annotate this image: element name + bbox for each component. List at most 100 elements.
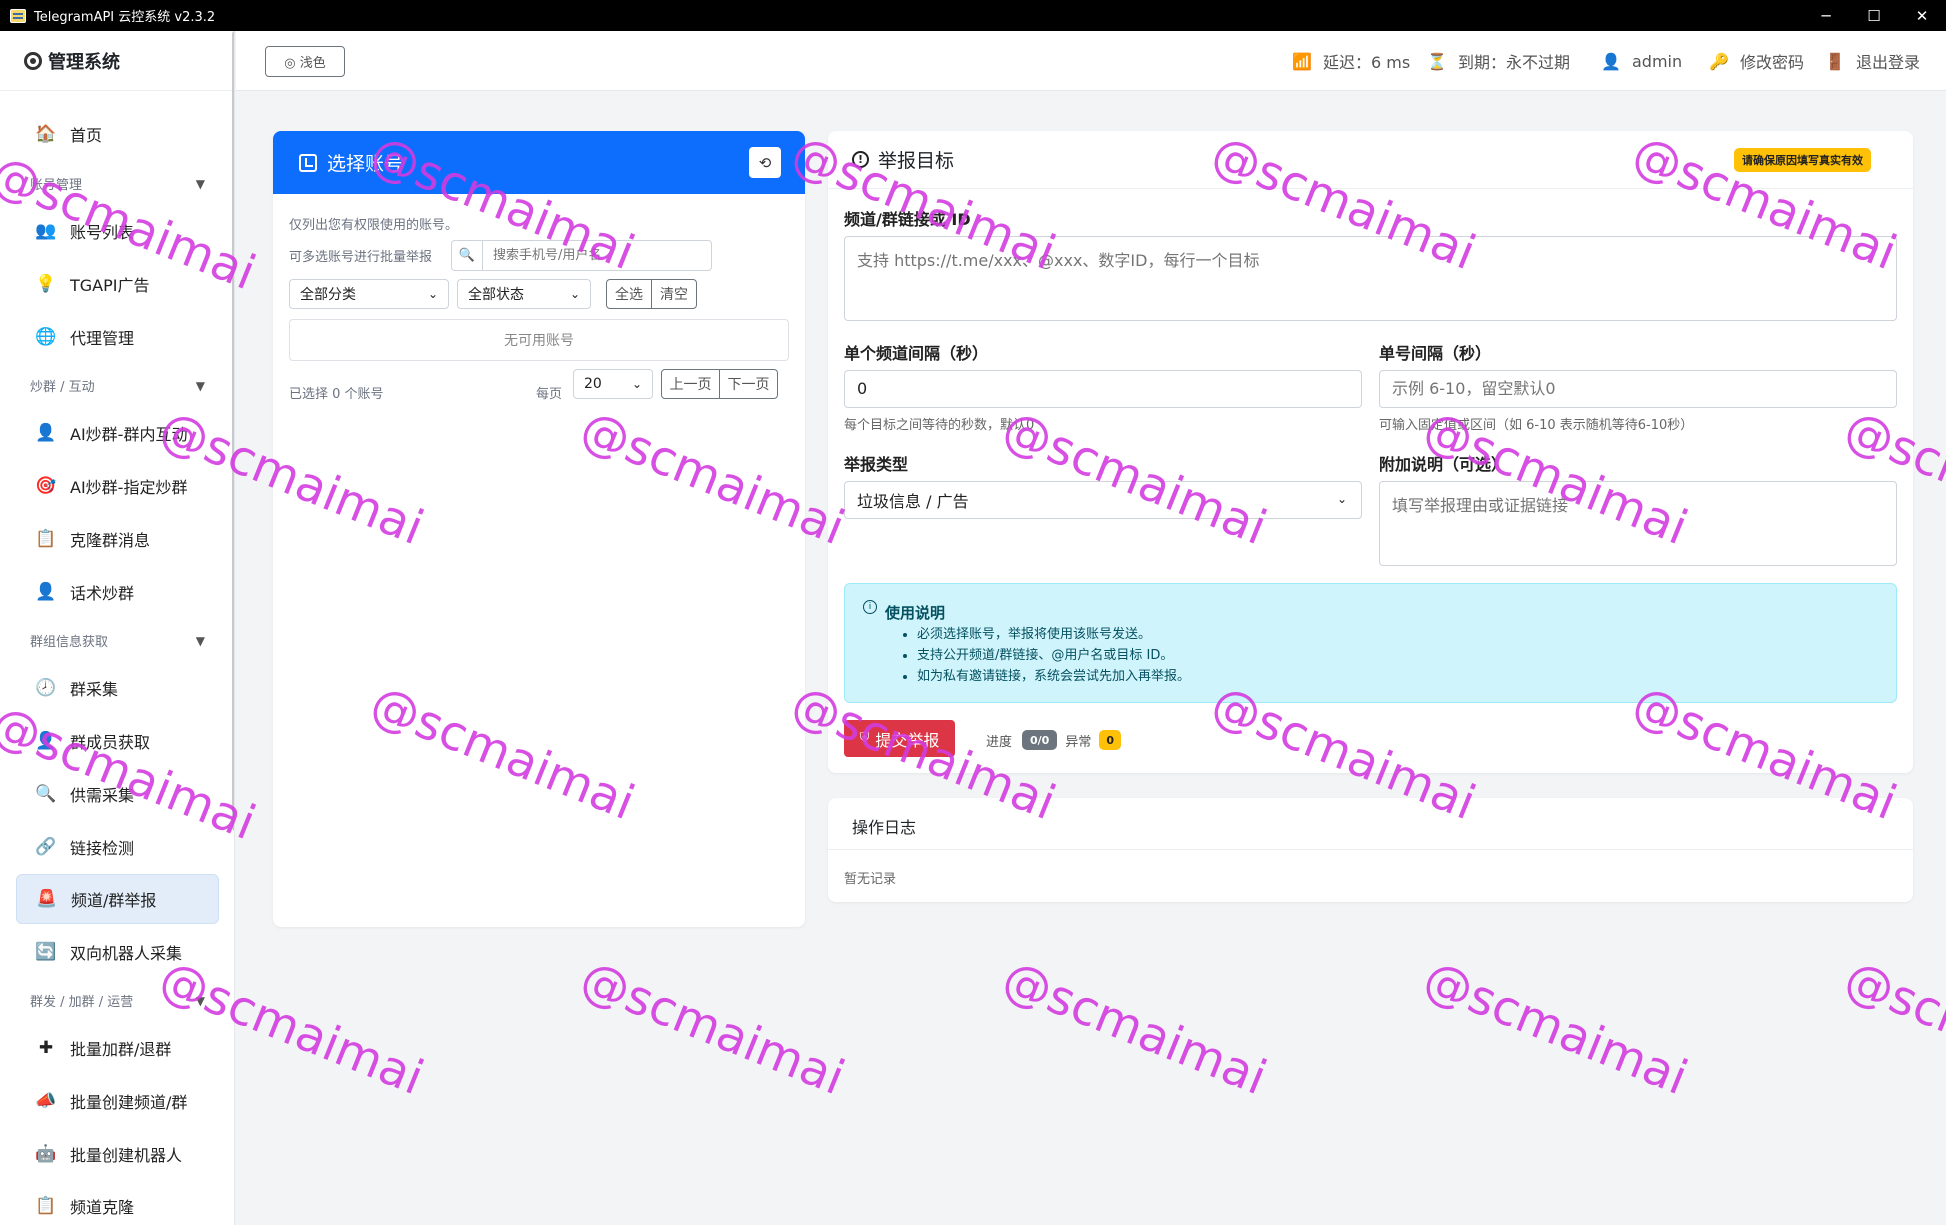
sidebar-group-label: 炒群 / 互动 (30, 380, 95, 395)
robot-icon: 🤖 (35, 1144, 57, 1164)
plus-icon: ✚ (38, 1038, 54, 1058)
signal-icon: 📶 (1292, 51, 1312, 71)
sidebar-item-home[interactable]: 🏠 首页 (16, 109, 219, 159)
sidebar-item-ai-group-interact[interactable]: 👤 AI炒群-群内互动 (16, 408, 219, 458)
report-type-value: 垃圾信息 / 广告 (857, 492, 969, 511)
status-select[interactable]: 全部状态 ⌄ (457, 279, 591, 309)
status-value: 全部状态 (468, 287, 524, 303)
search-icon: 🔍 (35, 784, 57, 804)
sidebar-item-label: 群采集 (70, 680, 119, 699)
sidebar-item-account-list[interactable]: 👥 账号列表 (16, 206, 219, 256)
chevron-down-icon: ⌄ (569, 287, 580, 301)
brand: 管理系统 (0, 31, 234, 91)
per-page-select[interactable]: 20 ⌄ (573, 369, 653, 399)
sidebar-item-label: 话术炒群 (70, 584, 135, 603)
sidebar-item-group-collect[interactable]: 🕗 群采集 (16, 663, 219, 713)
sidebar-item-clone-messages[interactable]: 📋 克隆群消息 (16, 514, 219, 564)
sidebar-item-label: 批量加群/退群 (70, 1040, 172, 1059)
log-title: 操作日志 (828, 798, 1913, 850)
alert-circle-icon: ! (852, 151, 869, 168)
report-type-select[interactable]: 垃圾信息 / 广告 ⌄ (844, 481, 1362, 519)
sidebar-group-interaction[interactable]: 炒群 / 互动 ▼ (30, 376, 205, 396)
expire-indicator: ⏳ 到期：永不过期 (1426, 31, 1570, 91)
sidebar-item-label: 供需采集 (70, 786, 135, 805)
user-icon: 👤 (35, 582, 57, 602)
submit-report-button[interactable]: ⛨ 提交举报 (844, 720, 955, 757)
sidebar-item-batch-create-bot[interactable]: 🤖 批量创建机器人 (16, 1129, 219, 1179)
account-interval-input[interactable] (1379, 370, 1897, 408)
megaphone-icon: 📣 (35, 1091, 57, 1111)
clock-icon: 🕗 (35, 678, 57, 698)
note-label: 附加说明（可选） (1379, 455, 1508, 474)
sidebar-item-supply-collect[interactable]: 🔍 供需采集 (16, 769, 219, 819)
account-interval-label: 单号间隔（秒） (1379, 344, 1492, 363)
change-password-link[interactable]: 🔑 修改密码 (1708, 31, 1804, 91)
usage-item: 支持公开频道/群链接、@用户名或目标 ID。 (917, 645, 1190, 666)
next-page-button[interactable]: 下一页 (719, 369, 778, 399)
sidebar-group-operations[interactable]: 群发 / 加群 / 运营 ▼ (30, 991, 205, 1011)
latency-indicator: 📶 延迟：6 ms (1291, 31, 1410, 91)
caret-down-icon: ▼ (195, 993, 205, 1008)
account-card-header: 选择账号 ⟲ (273, 131, 805, 194)
sidebar-scrollbar[interactable] (232, 31, 234, 831)
minimize-button[interactable]: ─ (1802, 0, 1850, 31)
sidebar-item-channel-clone[interactable]: 📋 频道克隆 (16, 1181, 219, 1225)
error-label: 异常 (1065, 734, 1092, 750)
logout-link[interactable]: 🚪 退出登录 (1824, 31, 1920, 91)
close-button[interactable]: ✕ (1898, 0, 1946, 31)
sidebar-item-tgapi-ads[interactable]: 💡 TGAPI广告 (16, 259, 219, 309)
hourglass-icon: ⏳ (1427, 51, 1447, 71)
sidebar-item-proxy[interactable]: 🌐 代理管理 (16, 312, 219, 362)
sidebar-item-label: TGAPI广告 (70, 276, 150, 295)
sidebar-item-label: 批量创建机器人 (70, 1146, 183, 1165)
gear-icon (24, 51, 42, 70)
user-menu[interactable]: 👤 admin (1600, 31, 1682, 91)
sidebar-item-label: 代理管理 (70, 329, 135, 348)
interval-label: 单个频道间隔（秒） (844, 344, 989, 363)
prev-page-button[interactable]: 上一页 (661, 369, 720, 399)
home-icon: 🏠 (35, 124, 57, 144)
user-icon: 👤 (1601, 51, 1621, 71)
sync-icon: 🔄 (35, 942, 57, 962)
sidebar-item-label: 账号列表 (70, 223, 135, 242)
refresh-button[interactable]: ⟲ (749, 147, 781, 178)
top-header: ◎ 浅色 📶 延迟：6 ms ⏳ 到期：永不过期 👤 admin 🔑 修改密码 🚪 退出登… (236, 31, 1946, 91)
watermark: @scmaimai (995, 950, 1275, 1107)
sidebar-item-batch-create-channel[interactable]: 📣 批量创建频道/群 (16, 1076, 219, 1126)
sidebar-item-label: 双向机器人采集 (70, 944, 183, 963)
note-textarea[interactable] (1379, 481, 1897, 566)
account-select-card: 选择账号 ⟲ 仅列出您有权限使用的账号。 可多选账号进行批量举报 🔍 全部分类 ⌄… (273, 131, 805, 927)
username: admin (1632, 51, 1683, 71)
sidebar-item-script-group[interactable]: 👤 话术炒群 (16, 567, 219, 617)
app-window: TelegramAPI 云控系统 v2.3.2 ─ ☐ ✕ 管理系统 🏠 首页 账… (0, 0, 1946, 1225)
category-select[interactable]: 全部分类 ⌄ (289, 279, 449, 309)
sidebar-item-ai-group-target[interactable]: 🎯 AI炒群-指定炒群 (16, 461, 219, 511)
theme-toggle-button[interactable]: ◎ 浅色 (265, 46, 345, 77)
caret-down-icon: ▼ (195, 378, 205, 393)
sidebar-group-info[interactable]: 群组信息获取 ▼ (30, 631, 205, 651)
sidebar-item-bot-collect[interactable]: 🔄 双向机器人采集 (16, 927, 219, 977)
interval-input[interactable]: 0 (844, 370, 1362, 408)
clear-button[interactable]: 清空 (651, 279, 697, 309)
account-search-input[interactable] (482, 240, 712, 271)
sidebar-item-label: 首页 (70, 126, 103, 145)
watermark: @scmaimai (1837, 950, 1946, 1107)
shield-icon: ⛨ (859, 731, 870, 746)
target-textarea[interactable] (844, 236, 1897, 321)
sidebar-item-member-fetch[interactable]: 👤 群成员获取 (16, 716, 219, 766)
sidebar-item-link-check[interactable]: 🔗 链接检测 (16, 822, 219, 872)
user-icon: 👤 (35, 731, 57, 751)
caret-down-icon: ▼ (195, 633, 205, 648)
clipboard-icon: 📋 (35, 1196, 57, 1216)
key-icon: 🔑 (1709, 51, 1729, 71)
chevron-down-icon: ⌄ (631, 377, 642, 391)
sidebar-group-label: 账号管理 (30, 178, 83, 193)
sidebar-item-batch-join[interactable]: ✚ 批量加群/退群 (16, 1023, 219, 1073)
link-icon: 🔗 (35, 837, 57, 857)
sidebar-item-report[interactable]: 🚨 频道/群举报 (16, 874, 219, 924)
sidebar-group-accounts[interactable]: 账号管理 ▼ (30, 174, 205, 194)
maximize-button[interactable]: ☐ (1850, 0, 1898, 31)
error-badge: 0 (1099, 730, 1122, 750)
select-all-button[interactable]: 全选 (606, 279, 652, 309)
category-value: 全部分类 (300, 287, 356, 303)
